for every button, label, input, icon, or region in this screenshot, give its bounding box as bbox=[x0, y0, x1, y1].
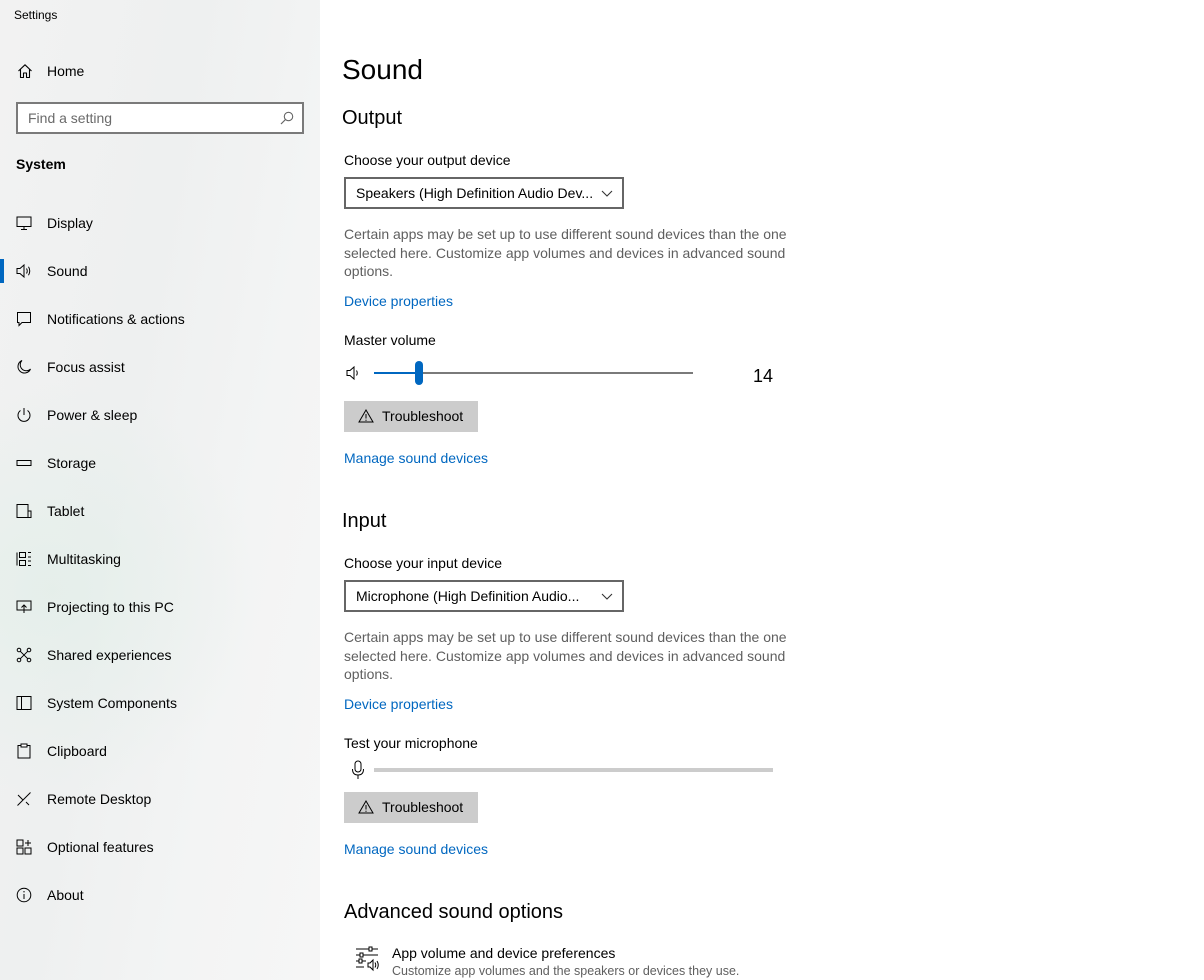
page-title: Sound bbox=[342, 54, 423, 85]
optional-features-icon bbox=[16, 839, 32, 855]
sidebar-item-notifications[interactable]: Notifications & actions bbox=[0, 303, 320, 351]
sidebar-item-label: Sound bbox=[47, 263, 88, 279]
power-icon bbox=[17, 408, 31, 422]
chevron-down-icon bbox=[601, 593, 613, 600]
sidebar-item-remote-desktop[interactable]: Remote Desktop bbox=[0, 783, 320, 831]
master-volume-thumb[interactable] bbox=[414, 361, 423, 385]
home-icon bbox=[18, 64, 32, 79]
app-volume-mixer-icon[interactable] bbox=[354, 945, 382, 973]
input-device-label: Choose your input device bbox=[344, 555, 502, 571]
moon-icon bbox=[17, 360, 31, 374]
sidebar-item-label: About bbox=[47, 887, 84, 903]
home-nav-item[interactable]: Home bbox=[0, 55, 320, 87]
output-device-properties-link[interactable]: Device properties bbox=[344, 293, 453, 309]
sidebar-item-label: Power & sleep bbox=[47, 407, 138, 423]
sidebar: Settings Home System Display Sound Notif… bbox=[0, 0, 320, 980]
projecting-icon bbox=[16, 600, 32, 613]
tablet-icon bbox=[16, 504, 32, 518]
search-input[interactable] bbox=[28, 104, 268, 132]
master-volume-value: 14 bbox=[753, 366, 774, 386]
input-troubleshoot-button[interactable]: Troubleshoot bbox=[344, 792, 478, 823]
output-description: Certain apps may be set up to use differ… bbox=[344, 226, 787, 279]
input-device-dropdown[interactable]: Microphone (High Definition Audio... bbox=[344, 580, 624, 612]
sidebar-item-storage[interactable]: Storage bbox=[0, 447, 320, 495]
master-volume-fill bbox=[374, 372, 419, 374]
chevron-down-icon bbox=[601, 190, 613, 197]
input-device-properties-link[interactable]: Device properties bbox=[344, 696, 453, 712]
input-heading: Input bbox=[342, 510, 387, 532]
output-heading: Output bbox=[342, 107, 403, 129]
message-icon bbox=[17, 312, 31, 327]
test-microphone-label: Test your microphone bbox=[344, 735, 478, 751]
sidebar-item-label: Shared experiences bbox=[47, 647, 172, 663]
input-description: Certain apps may be set up to use differ… bbox=[344, 629, 787, 682]
output-device-value: Speakers (High Definition Audio Dev... bbox=[356, 185, 594, 201]
clipboard-icon bbox=[17, 743, 31, 759]
main-content: Sound Output Choose your output device S… bbox=[320, 0, 1204, 980]
components-icon bbox=[16, 696, 32, 710]
sidebar-item-label: Display bbox=[47, 215, 93, 231]
volume-icon[interactable] bbox=[346, 365, 362, 381]
section-heading: System bbox=[16, 156, 66, 172]
sidebar-item-power-sleep[interactable]: Power & sleep bbox=[0, 399, 320, 447]
sidebar-item-projecting[interactable]: Projecting to this PC bbox=[0, 591, 320, 639]
sidebar-item-label: Remote Desktop bbox=[47, 791, 152, 807]
sidebar-item-label: Clipboard bbox=[47, 743, 107, 759]
master-volume-slider[interactable] bbox=[374, 361, 693, 385]
sidebar-item-clipboard[interactable]: Clipboard bbox=[0, 735, 320, 783]
sidebar-item-label: System Components bbox=[47, 695, 177, 711]
sidebar-item-focus-assist[interactable]: Focus assist bbox=[0, 351, 320, 399]
output-device-label: Choose your output device bbox=[344, 152, 511, 168]
info-icon bbox=[16, 887, 32, 903]
master-volume-label: Master volume bbox=[344, 332, 436, 348]
microphone-level-meter bbox=[374, 768, 773, 772]
storage-icon bbox=[16, 460, 32, 466]
sidebar-item-label: Multitasking bbox=[47, 551, 121, 567]
sidebar-item-tablet[interactable]: Tablet bbox=[0, 495, 320, 543]
selection-indicator bbox=[0, 259, 4, 283]
sidebar-item-label: Optional features bbox=[47, 839, 154, 855]
sidebar-item-label: Notifications & actions bbox=[47, 311, 185, 327]
multitasking-icon bbox=[16, 552, 31, 566]
app-title: Settings bbox=[14, 8, 58, 22]
sidebar-item-optional-features[interactable]: Optional features bbox=[0, 831, 320, 879]
troubleshoot-label: Troubleshoot bbox=[382, 408, 464, 424]
output-manage-sound-devices-link[interactable]: Manage sound devices bbox=[344, 450, 488, 466]
sidebar-item-display[interactable]: Display bbox=[0, 207, 320, 255]
remote-desktop-icon bbox=[17, 792, 31, 806]
search-icon[interactable] bbox=[280, 111, 294, 125]
sidebar-item-label: Storage bbox=[47, 455, 97, 471]
home-label: Home bbox=[47, 63, 85, 79]
microphone-icon bbox=[352, 760, 364, 779]
sidebar-item-sound[interactable]: Sound bbox=[0, 255, 320, 303]
warning-icon bbox=[358, 800, 374, 814]
search-box bbox=[16, 102, 304, 134]
sidebar-item-label: Projecting to this PC bbox=[47, 599, 174, 615]
input-device-value: Microphone (High Definition Audio... bbox=[356, 588, 580, 604]
advanced-heading: Advanced sound options bbox=[344, 901, 564, 923]
app-volume-preferences-description: Customize app volumes and the speakers o… bbox=[392, 964, 740, 978]
input-manage-sound-devices-link[interactable]: Manage sound devices bbox=[344, 841, 488, 857]
warning-icon bbox=[358, 409, 374, 423]
sidebar-item-label: Focus assist bbox=[47, 359, 125, 375]
sidebar-item-multitasking[interactable]: Multitasking bbox=[0, 543, 320, 591]
monitor-icon bbox=[16, 216, 32, 230]
sidebar-item-about[interactable]: About bbox=[0, 879, 320, 927]
output-device-dropdown[interactable]: Speakers (High Definition Audio Dev... bbox=[344, 177, 624, 209]
shared-icon bbox=[16, 647, 32, 663]
speaker-icon bbox=[16, 263, 31, 279]
sidebar-item-shared-experiences[interactable]: Shared experiences bbox=[0, 639, 320, 687]
troubleshoot-label: Troubleshoot bbox=[382, 799, 464, 815]
output-troubleshoot-button[interactable]: Troubleshoot bbox=[344, 401, 478, 432]
app-volume-preferences-link[interactable]: App volume and device preferences bbox=[392, 945, 615, 961]
sidebar-item-system-components[interactable]: System Components bbox=[0, 687, 320, 735]
sidebar-item-label: Tablet bbox=[47, 503, 85, 519]
nav-list: Display Sound Notifications & actions Fo… bbox=[0, 207, 320, 927]
